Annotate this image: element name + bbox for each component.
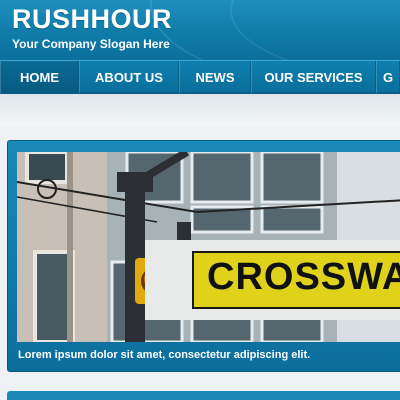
slider-caption: Lorem ipsum dolor sit amet, consectetur …: [18, 349, 311, 361]
main-nav: HOME ABOUT US NEWS OUR SERVICES G: [0, 60, 400, 94]
crosswalk-sign-text: CROSSWAL: [207, 256, 400, 298]
nav-item-our-services[interactable]: OUR SERVICES: [251, 61, 376, 93]
crosswalk-sign-photo: [17, 152, 400, 342]
site-slogan: Your Company Slogan Here: [12, 37, 170, 51]
nav-item-about-us[interactable]: ABOUT US: [79, 61, 179, 93]
featured-slider: CROSSWAL Lorem ipsum dolor sit amet, con…: [7, 140, 400, 372]
subheader-band: [0, 94, 400, 126]
nav-item-news[interactable]: NEWS: [179, 61, 251, 93]
nav-item-home[interactable]: HOME: [0, 61, 79, 93]
content-box-header: [7, 391, 400, 400]
site-title[interactable]: RUSHHOUR: [12, 4, 172, 35]
slider-photo[interactable]: CROSSWAL: [17, 152, 400, 342]
nav-item-next[interactable]: G: [376, 61, 400, 93]
site-header: RUSHHOUR Your Company Slogan Here: [0, 0, 400, 60]
